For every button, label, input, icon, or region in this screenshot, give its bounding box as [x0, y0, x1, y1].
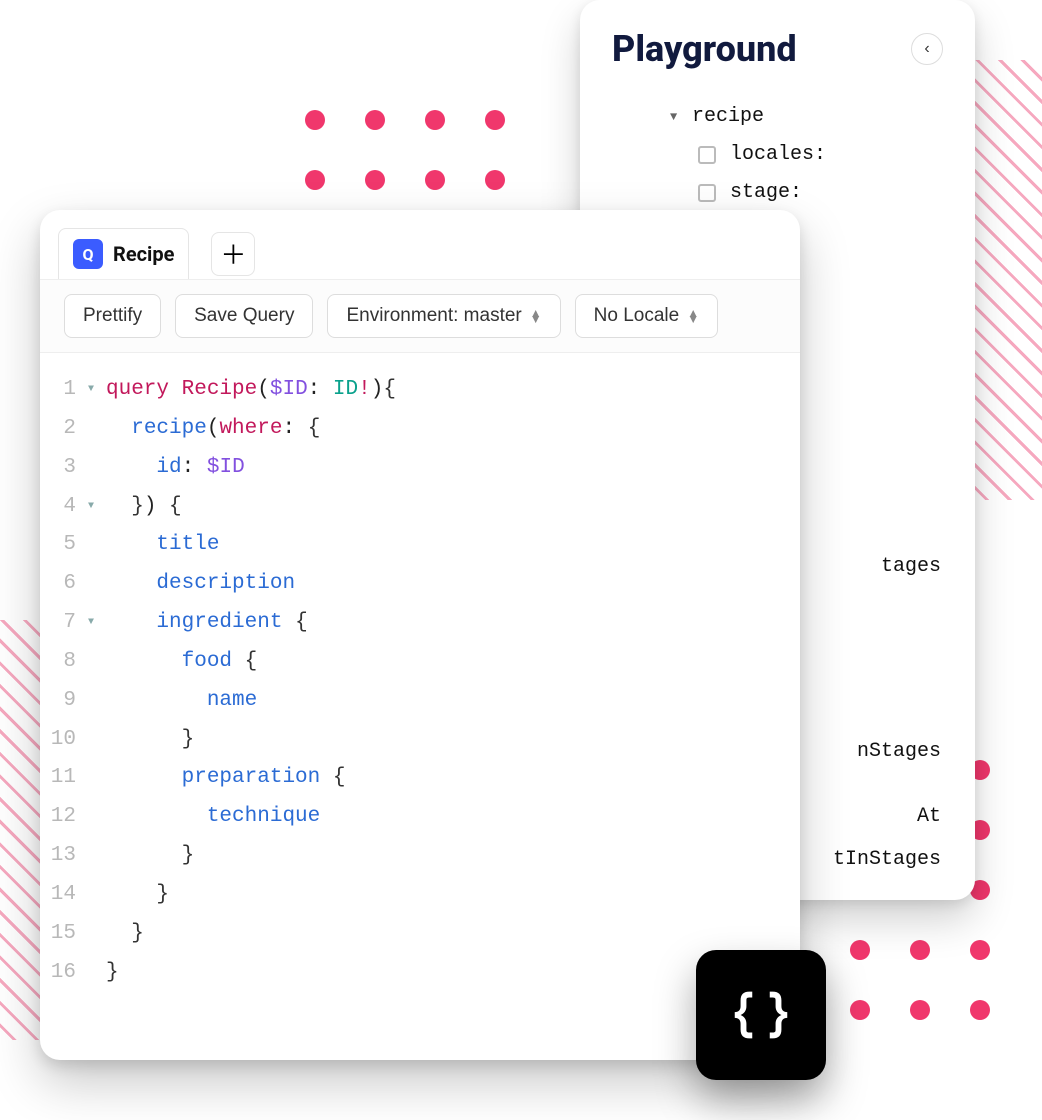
tree-item-stage[interactable]: stage: [698, 174, 943, 212]
schema-peek-text: tInStages [833, 848, 941, 871]
fold-icon[interactable]: ▼ [88, 498, 94, 517]
sort-icon: ▲▼ [530, 310, 542, 322]
schema-peek-text: At [917, 805, 941, 828]
prettify-button[interactable]: Prettify [64, 294, 161, 338]
add-tab-button[interactable]: ＋ [211, 232, 255, 276]
fold-icon[interactable]: ▼ [88, 614, 94, 633]
schema-tree: ▼ recipe locales: stage: [612, 98, 943, 212]
locale-select[interactable]: No Locale ▲▼ [575, 294, 718, 338]
query-badge-icon: Q [73, 239, 103, 269]
caret-down-icon: ▼ [670, 106, 684, 129]
button-label: Save Query [194, 305, 294, 327]
sort-icon: ▲▼ [687, 310, 699, 322]
fold-icon[interactable]: ▼ [88, 381, 94, 400]
schema-peek-text: nStages [857, 740, 941, 763]
braces-icon [726, 980, 796, 1050]
playground-title: Playground [612, 28, 797, 70]
collapse-button[interactable]: ‹ [911, 33, 943, 65]
select-label: Environment: master [346, 305, 521, 327]
code-editor[interactable]: 1▼ 2 3 4▼ 5 6 7▼ 8 9 10 11 12 13 14 15 1… [40, 353, 800, 1060]
tree-root-label: recipe [692, 98, 764, 136]
checkbox-icon[interactable] [698, 146, 716, 164]
dots-decoration-top [305, 110, 505, 190]
code-badge [696, 950, 826, 1080]
checkbox-icon[interactable] [698, 184, 716, 202]
tree-item-label: stage: [730, 174, 802, 212]
tab-recipe[interactable]: Q Recipe [58, 228, 189, 279]
editor-panel: Q Recipe ＋ Prettify Save Query Environme… [40, 210, 800, 1060]
code-content[interactable]: query Recipe($ID: ID!){ recipe(where: { … [96, 371, 800, 1042]
tree-item-locales[interactable]: locales: [698, 136, 943, 174]
environment-select[interactable]: Environment: master ▲▼ [327, 294, 560, 338]
chevron-left-icon: ‹ [924, 40, 929, 58]
tab-label: Recipe [113, 242, 174, 266]
tree-item-label: locales: [730, 136, 826, 174]
select-label: No Locale [594, 305, 680, 327]
line-gutter: 1▼ 2 3 4▼ 5 6 7▼ 8 9 10 11 12 13 14 15 1… [40, 371, 96, 1042]
schema-peek-text: tages [881, 555, 941, 578]
tree-root-recipe[interactable]: ▼ recipe [670, 98, 943, 136]
plus-icon: ＋ [220, 235, 246, 272]
tabs-row: Q Recipe ＋ [40, 210, 800, 279]
button-label: Prettify [83, 305, 142, 327]
toolbar: Prettify Save Query Environment: master … [40, 279, 800, 353]
save-query-button[interactable]: Save Query [175, 294, 313, 338]
